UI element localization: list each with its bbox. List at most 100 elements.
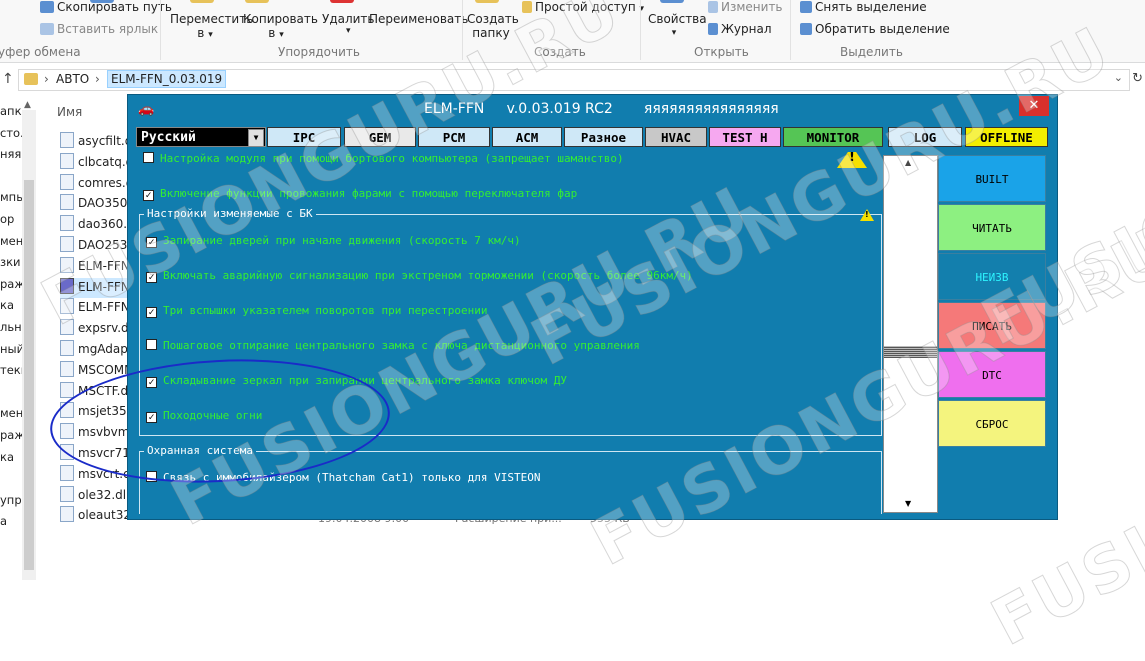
easy-access-button[interactable]: Простой доступ ▾ [522,0,644,14]
file-row[interactable]: ole32.dll [60,485,129,506]
checkbox-checked[interactable]: ✓ [146,237,157,248]
tab-acm[interactable]: ACM [492,127,562,147]
tab-разное[interactable]: Разное [564,127,643,147]
file-row[interactable]: msvcrt.dll [60,464,137,485]
scroll-down-arrow[interactable]: ▼ [905,499,911,508]
option-row[interactable]: Настройка модуля при помощи бортового ко… [143,152,624,165]
nav-item[interactable]: раж [0,428,22,442]
tab-pcm[interactable]: PCM [418,127,490,147]
move-to-button[interactable]: Переместить в ▾ [170,12,253,42]
history-button[interactable]: Журнал [708,22,772,36]
breadcrumb-avto[interactable]: АВТО [56,72,89,86]
checkbox-checked[interactable]: ✓ [143,190,154,201]
nav-item[interactable]: мпь [0,190,22,204]
side-button-3[interactable]: ПИСАТЬ [938,302,1046,349]
checkbox-checked[interactable]: ✓ [146,272,157,283]
checkbox-unchecked[interactable] [146,471,157,482]
settings-scrollbar[interactable]: ▲ ▼ [883,155,938,513]
tab-offline[interactable]: OFFLINE [965,127,1048,147]
nav-item[interactable]: ный [0,342,22,356]
chevron-right-icon[interactable]: › [95,72,100,86]
up-arrow-icon[interactable]: ↑ [2,71,14,87]
side-button-1[interactable]: ЧИТАТЬ [938,204,1046,251]
column-header-name[interactable]: Имя [57,105,82,119]
option-row[interactable]: ✓ Складывание зеркал при запирании центра… [146,374,567,388]
refresh-icon[interactable]: ↻ [1132,71,1143,86]
elm-titlebar[interactable]: 🚗 ELM-FFN v.0.03.019 RC2 яяяяяяяяяяяяяяя… [128,95,1057,123]
checkbox-unchecked[interactable] [146,339,157,350]
file-row[interactable]: MSCOMM [60,360,135,381]
option-row[interactable]: ✓ Походочные огни [146,409,262,423]
checkbox-checked[interactable]: ✓ [146,377,157,388]
invert-selection-button[interactable]: Обратить выделение [800,22,950,36]
delete-button[interactable]: Удалить ▾ [322,12,375,36]
easy-access-icon [522,1,532,13]
tab-monitor[interactable]: MONITOR [783,127,883,147]
group-security: Охранная система Связь с иммобилайзером … [139,444,882,514]
option-row[interactable]: ✓ Три вспышки указателем поворотов при пе… [146,304,488,318]
nav-item[interactable]: теки [0,363,22,377]
nav-item[interactable]: ор [0,212,22,226]
option-row[interactable]: ✓ Запирание дверей при начале движения (с… [146,234,521,248]
file-row[interactable]: expsrv.dll [60,319,135,339]
nav-item[interactable]: мент [0,406,22,420]
breadcrumb-current[interactable]: ELM-FFN_0.03.019 [107,70,227,88]
nav-item[interactable]: упр [0,493,22,507]
tab-hvac[interactable]: HVAC [645,127,707,147]
option-row[interactable]: ✓ Включение функции провожания фарами с п… [143,187,577,201]
copy-to-button[interactable]: Копировать в ▾ [243,12,318,42]
tab-test-h[interactable]: TEST H [709,127,781,147]
language-select[interactable]: Русский ▼ [136,127,266,147]
tab-ipc[interactable]: IPC [267,127,341,147]
checkbox-checked[interactable]: ✓ [146,307,157,318]
nav-item[interactable]: льны [0,320,22,334]
file-row[interactable]: msvbvm6 [60,423,137,443]
nav-item[interactable]: а [0,514,22,528]
select-none-button[interactable]: Снять выделение [800,0,927,14]
group-select-label: Выделить [840,45,903,59]
checkbox-checked[interactable]: ✓ [146,412,157,423]
file-row[interactable]: ELM-FFN [60,256,130,277]
nav-item[interactable]: няя [0,147,22,161]
rename-button[interactable]: Переименовать [369,12,468,26]
file-row[interactable]: MSCTF.dll [60,381,135,402]
nav-item[interactable]: ка [0,298,22,312]
file-icon [60,132,74,148]
side-button-4[interactable]: DTC [938,351,1046,398]
side-button-2[interactable]: НЕИЗВ [938,253,1046,300]
settings-scroll-thumb[interactable] [884,346,937,358]
tab-gem[interactable]: GEM [344,127,416,147]
properties-button[interactable]: Свойства ▾ [648,12,707,40]
chevron-right-icon[interactable]: › [44,72,49,86]
scroll-up-arrow[interactable]: ▲ [905,158,911,167]
edit-button[interactable]: Изменить [708,0,783,14]
nav-item[interactable]: раж [0,277,22,291]
option-row[interactable]: Пошаговое отпирание центрального замка с… [146,339,640,352]
file-row[interactable]: mgAdapt [60,340,133,360]
file-row[interactable]: DAO2535 [60,236,135,256]
nav-item[interactable]: апки [0,104,22,118]
nav-item[interactable]: зки [0,255,22,269]
tab-log[interactable]: LOG [888,127,962,147]
side-button-0[interactable]: BUILT [938,155,1046,202]
checkbox-unchecked[interactable] [143,152,154,163]
file-name: ELM-FFN [78,300,130,315]
address-box[interactable]: › АВТО › ELM-FFN_0.03.019 ⌄ [18,69,1130,91]
chevron-down-icon[interactable]: ▼ [248,129,264,147]
chevron-down-icon[interactable]: ⌄ [1114,71,1123,84]
option-row[interactable]: Связь с иммобилайзером (Thatcham Cat1) т… [146,471,541,484]
nav-item[interactable]: сто. [0,126,22,140]
file-row[interactable]: ELM-FFN [60,298,130,318]
option-row[interactable]: ✓ Включать аварийную сигнализацию при экс… [146,269,693,283]
nav-item[interactable]: ка [0,450,22,464]
nav-scrollbar[interactable] [22,110,36,580]
copy-path-button[interactable]: Скопировать путь [40,0,172,14]
close-button[interactable]: ✕ [1019,96,1049,116]
file-row[interactable]: ELM-FFN [60,277,130,298]
new-folder-button[interactable]: Создать папку [467,12,519,40]
nav-item[interactable]: мент [0,234,22,248]
scroll-up-arrow[interactable]: ▲ [24,100,31,110]
paste-shortcut-button[interactable]: Вставить ярлык [40,22,158,36]
side-button-5[interactable]: СБРОС [938,400,1046,447]
nav-scroll-thumb[interactable] [24,180,34,570]
